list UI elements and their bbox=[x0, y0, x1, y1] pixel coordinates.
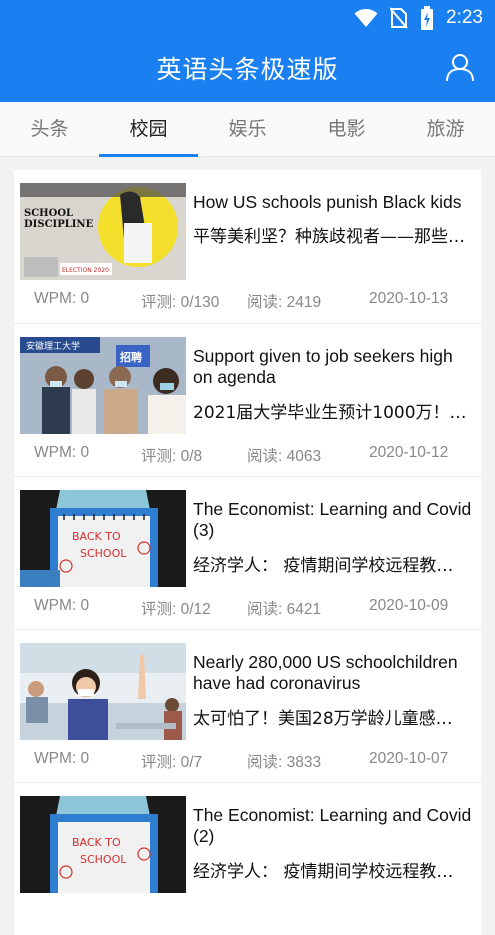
article-meta: WPM: 0 评测: 0/7 阅读: 3833 2020-10-07 bbox=[14, 750, 481, 771]
article-card[interactable]: BACK TO SCHOOL The Economist: Learning a… bbox=[14, 476, 481, 629]
thumb-text-back-to: BACK TO bbox=[72, 836, 121, 849]
article-date: 2020-10-09 bbox=[369, 597, 449, 614]
article-meta: WPM: 0 评测: 0/8 阅读: 4063 2020-10-12 bbox=[14, 444, 481, 465]
thumb-sign-text: 招聘 bbox=[120, 350, 142, 364]
wpm-value: WPM: 0 bbox=[34, 444, 90, 461]
eval-value: 评测: 0/7 bbox=[141, 754, 203, 771]
article-date: 2020-10-12 bbox=[369, 444, 449, 461]
article-thumbnail: BACK TO SCHOOL bbox=[20, 796, 186, 893]
article-subtitle: 经济学人： 疫情期间学校远程教学的困境与出路 bbox=[193, 556, 469, 576]
thumb-text-discipline: DISCIPLINE bbox=[24, 219, 94, 230]
article-subtitle: 平等美利坚？种族歧视者——那些在课堂上因肤色被惩罚的孩子 bbox=[193, 227, 469, 247]
eval-value: 评测: 0/12 bbox=[141, 601, 211, 618]
article-subtitle: 经济学人： 疫情期间学校远程教学的困境与出路 bbox=[193, 862, 469, 882]
thumb-text-back-to: BACK TO bbox=[72, 530, 121, 543]
article-thumbnail: 安徽理工大学 招聘 bbox=[20, 337, 186, 434]
no-sim-icon bbox=[390, 7, 408, 29]
thumb-text-school: SCHOOL bbox=[80, 853, 127, 866]
active-tab-indicator bbox=[99, 154, 198, 157]
tab-campus[interactable]: 校园 bbox=[99, 102, 198, 157]
tab-movies[interactable]: 电影 bbox=[297, 102, 396, 157]
article-title: The Economist: Learning and Covid (3) bbox=[193, 499, 472, 540]
article-card[interactable]: BACK TO SCHOOL The Economist: Learning a… bbox=[14, 782, 481, 935]
article-thumbnail bbox=[20, 643, 186, 740]
tab-headlines[interactable]: 头条 bbox=[0, 102, 99, 157]
article-card[interactable]: 安徽理工大学 招聘 Support given to job seekers h… bbox=[14, 323, 481, 476]
article-thumbnail: BACK TO SCHOOL bbox=[20, 490, 186, 587]
category-tabs: 头条 校园 娱乐 电影 旅游 bbox=[0, 102, 495, 157]
tab-travel[interactable]: 旅游 bbox=[396, 102, 495, 157]
wifi-icon bbox=[354, 9, 378, 27]
tab-entertainment[interactable]: 娱乐 bbox=[198, 102, 297, 157]
article-title: The Economist: Learning and Covid (2) bbox=[193, 805, 472, 846]
thumb-text-election: ELECTION 2020 bbox=[62, 267, 109, 274]
article-meta: WPM: 0 评测: 0/130 阅读: 2419 2020-10-13 bbox=[14, 290, 481, 311]
read-count: 阅读: 4063 bbox=[247, 448, 322, 465]
wpm-value: WPM: 0 bbox=[34, 750, 90, 767]
article-card[interactable]: Nearly 280,000 US schoolchildren have ha… bbox=[14, 629, 481, 782]
article-card[interactable]: SCHOOL DISCIPLINE ELECTION 2020 How US s… bbox=[14, 170, 481, 323]
wpm-value: WPM: 0 bbox=[34, 597, 90, 614]
read-count: 阅读: 6421 bbox=[247, 601, 322, 618]
battery-charging-icon bbox=[421, 6, 434, 30]
article-subtitle: 2021届大学毕业生预计1000万！各地出台政策助力就业 bbox=[193, 403, 469, 423]
eval-value: 评测: 0/8 bbox=[141, 448, 203, 465]
app-title: 英语头条极速版 bbox=[156, 55, 339, 84]
article-subtitle: 太可怕了！美国28万学龄儿童感染新冠病毒 bbox=[193, 709, 469, 729]
read-count: 阅读: 3833 bbox=[247, 754, 322, 771]
status-bar: 2:23 bbox=[0, 0, 495, 34]
article-title: Support given to job seekers high on age… bbox=[193, 346, 453, 387]
article-date: 2020-10-07 bbox=[369, 750, 449, 767]
thumb-text-school: SCHOOL bbox=[24, 208, 73, 219]
status-time: 2:23 bbox=[446, 7, 483, 28]
thumb-text-school: SCHOOL bbox=[80, 547, 127, 560]
read-count: 阅读: 2419 bbox=[247, 294, 322, 311]
article-meta: WPM: 0 评测: 0/12 阅读: 6421 2020-10-09 bbox=[14, 597, 481, 618]
article-list: SCHOOL DISCIPLINE ELECTION 2020 How US s… bbox=[14, 170, 481, 935]
article-date: 2020-10-13 bbox=[369, 290, 449, 307]
thumb-banner-text: 安徽理工大学 bbox=[26, 340, 80, 352]
user-icon[interactable] bbox=[445, 52, 475, 82]
wpm-value: WPM: 0 bbox=[34, 290, 90, 307]
article-thumbnail: SCHOOL DISCIPLINE ELECTION 2020 bbox=[20, 183, 186, 280]
article-title: Nearly 280,000 US schoolchildren have ha… bbox=[193, 652, 458, 693]
eval-value: 评测: 0/130 bbox=[141, 294, 220, 311]
article-title: How US schools punish Black kids bbox=[193, 192, 462, 212]
app-header: 2:23 英语头条极速版 bbox=[0, 0, 495, 102]
